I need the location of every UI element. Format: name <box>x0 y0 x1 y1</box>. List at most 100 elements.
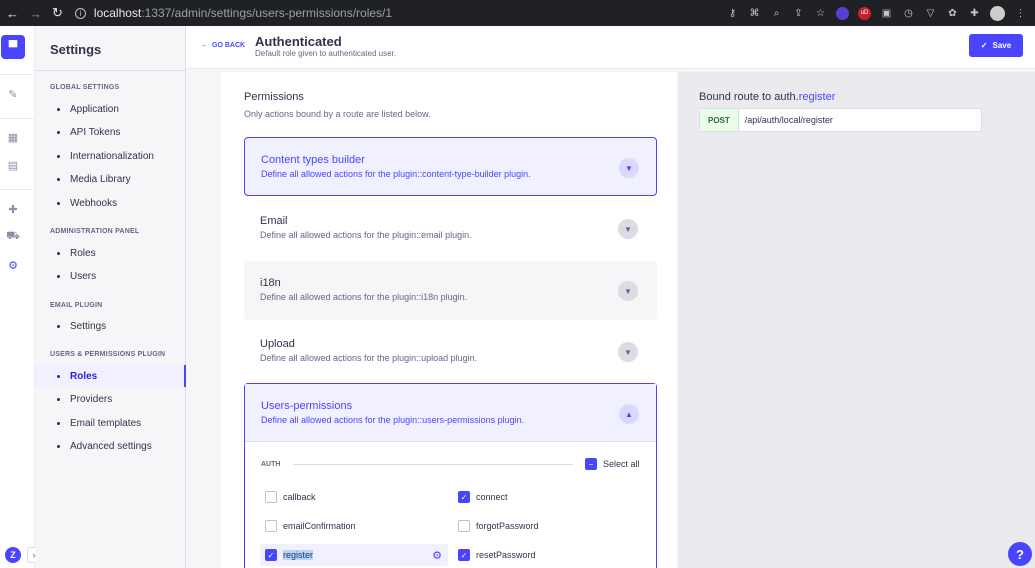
sidebar-item-email-templates[interactable]: Email templates <box>35 412 186 434</box>
chevron-down-icon[interactable]: ▼ <box>618 219 638 239</box>
extension-icon[interactable] <box>836 6 849 20</box>
bound-route-title: Bound route to auth.register <box>699 91 836 103</box>
accordion-description: Define all allowed actions for the plugi… <box>261 415 525 425</box>
action-checkbox-callback[interactable]: callback <box>265 486 316 508</box>
browser-toolbar: ← → ↻ i localhost:1337/admin/settings/us… <box>0 0 1035 26</box>
action-checkbox-reset-password[interactable]: ✓ resetPassword <box>458 544 536 566</box>
select-all-checkbox[interactable]: − Select all <box>585 458 640 470</box>
sidebar-title: Settings <box>50 42 102 57</box>
chevron-down-icon[interactable]: ▼ <box>618 342 638 362</box>
section-administration-panel: ADMINISTRATION PANEL <box>50 228 140 235</box>
group-label: AUTH <box>261 461 281 468</box>
accordion-i18n[interactable]: i18n Define all allowed actions for the … <box>244 261 657 320</box>
accordion-title: i18n <box>260 277 281 289</box>
action-checkbox-forgot-password[interactable]: forgotPassword <box>458 515 539 537</box>
marketplace-cart-icon[interactable]: ⛟ <box>6 230 20 243</box>
rail-divider <box>0 74 35 75</box>
permissions-description: Only actions bound by a route are listed… <box>244 109 431 119</box>
url-path: :1337/admin/settings/users-permissions/r… <box>141 6 393 20</box>
vue-extension-icon[interactable]: ▽ <box>924 7 937 20</box>
sidebar-item-webhooks[interactable]: Webhooks <box>35 192 186 214</box>
chevron-down-icon[interactable]: ▼ <box>619 158 639 178</box>
save-button[interactable]: ✓ Save <box>969 34 1023 57</box>
section-users-permissions-plugin: USERS & PERMISSIONS PLUGIN <box>50 351 166 358</box>
sidebar-item-email-settings[interactable]: Settings <box>35 315 186 337</box>
route-path: /api/auth/local/register <box>744 115 833 125</box>
accordion-description: Define all allowed actions for the plugi… <box>260 292 468 302</box>
profile-avatar[interactable] <box>990 5 1005 21</box>
sidebar-item-api-tokens[interactable]: API Tokens <box>35 121 186 143</box>
route-box: POST /api/auth/local/register <box>699 108 982 132</box>
ublock-extension-icon[interactable]: uD <box>858 6 871 20</box>
site-info-icon[interactable]: i <box>74 7 86 19</box>
sidebar-item-media-library[interactable]: Media Library <box>35 168 186 190</box>
accordion-email[interactable]: Email Define all allowed actions for the… <box>244 199 657 258</box>
bookmark-star-icon[interactable]: ☆ <box>814 7 827 20</box>
http-method-badge: POST <box>700 109 739 131</box>
strapi-logo-icon[interactable]: ▀ <box>1 35 25 59</box>
content-type-builder-icon[interactable]: ▦ <box>7 131 19 144</box>
page-title: Authenticated <box>255 34 342 49</box>
rail-divider <box>0 189 35 190</box>
sidebar-item-internationalization[interactable]: Internationalization <box>35 145 186 167</box>
address-bar[interactable]: i localhost:1337/admin/settings/users-pe… <box>74 6 725 20</box>
media-library-icon[interactable]: ▤ <box>7 159 19 172</box>
clock-extension-icon[interactable]: ◷ <box>902 7 915 20</box>
plugins-puzzle-icon[interactable]: ✚ <box>7 203 19 216</box>
action-checkbox-email-confirmation[interactable]: emailConfirmation <box>265 515 356 537</box>
accordion-users-permissions: Users-permissions Define all allowed act… <box>244 383 657 568</box>
sidebar-item-providers[interactable]: Providers <box>35 388 186 410</box>
accordion-title: Email <box>260 215 288 227</box>
user-avatar[interactable]: Z <box>5 547 21 563</box>
sidebar-item-advanced-settings[interactable]: Advanced settings <box>35 435 186 457</box>
settings-gear-icon[interactable]: ⚙ <box>7 259 19 272</box>
checkbox-checked: ✓ <box>458 491 470 503</box>
accordion-upload[interactable]: Upload Define all allowed actions for th… <box>244 322 657 381</box>
rail-divider <box>0 118 35 119</box>
content-manager-icon[interactable]: ✎ <box>7 88 19 101</box>
sidebar-item-roles[interactable]: Roles <box>35 365 186 387</box>
permissions-panel: Permissions Only actions bound by a rout… <box>221 72 677 568</box>
key-icon[interactable]: ⚷ <box>726 7 739 20</box>
checkbox-unchecked <box>265 520 277 532</box>
accordion-title: Upload <box>260 338 295 350</box>
checkbox-unchecked <box>265 491 277 503</box>
accordion-description: Define all allowed actions for the plugi… <box>260 353 478 363</box>
url-host: localhost <box>93 6 142 20</box>
share-icon[interactable]: ⇪ <box>792 7 805 20</box>
section-email-plugin: EMAIL PLUGIN <box>50 302 103 309</box>
color-extension-icon[interactable]: ✿ <box>946 7 959 20</box>
check-icon: ✓ <box>980 41 988 50</box>
permissions-title: Permissions <box>244 91 304 103</box>
chevron-up-icon[interactable]: ▲ <box>619 404 639 424</box>
zoom-icon[interactable]: ⌕ <box>770 7 783 20</box>
arrow-left-icon: ← <box>201 42 208 49</box>
translate-icon[interactable]: ⌘ <box>748 7 761 20</box>
go-back-link[interactable]: ← GO BACK <box>201 42 245 49</box>
forward-arrow-icon[interactable]: → <box>29 6 42 21</box>
gear-icon[interactable]: ⚙ <box>432 549 442 562</box>
bound-route-panel: Bound route to auth.register POST /api/a… <box>678 72 1035 568</box>
accordion-description: Define all allowed actions for the plugi… <box>260 230 472 240</box>
action-checkbox-register[interactable]: ✓ register ⚙ <box>260 544 448 566</box>
settings-sidebar: Settings GLOBAL SETTINGS Application API… <box>35 26 186 568</box>
help-button[interactable]: ? <box>1008 542 1032 566</box>
puzzle-icon[interactable]: ✚ <box>968 7 981 20</box>
checkbox-checked: ✓ <box>458 549 470 561</box>
page-header: ← GO BACK Authenticated Default role giv… <box>186 26 1035 69</box>
accordion-title: Users-permissions <box>261 400 353 412</box>
sidebar-item-application[interactable]: Application <box>35 98 186 120</box>
sidebar-item-admin-roles[interactable]: Roles <box>35 242 186 264</box>
browser-menu-icon[interactable]: ⋮ <box>1014 7 1027 20</box>
sidebar-item-users[interactable]: Users <box>35 265 186 287</box>
chevron-down-icon[interactable]: ▼ <box>618 281 638 301</box>
section-global-settings: GLOBAL SETTINGS <box>50 84 120 91</box>
reload-icon[interactable]: ↻ <box>52 5 63 21</box>
checkbox-checked: ✓ <box>265 549 277 561</box>
accordion-header[interactable]: Users-permissions Define all allowed act… <box>245 384 656 442</box>
back-arrow-icon[interactable]: ← <box>6 6 19 21</box>
save-extension-icon[interactable]: ▣ <box>880 7 893 20</box>
action-checkbox-connect[interactable]: ✓ connect <box>458 486 508 508</box>
sidebar-divider <box>35 70 186 71</box>
accordion-content-types-builder[interactable]: Content types builder Define all allowed… <box>244 137 657 196</box>
